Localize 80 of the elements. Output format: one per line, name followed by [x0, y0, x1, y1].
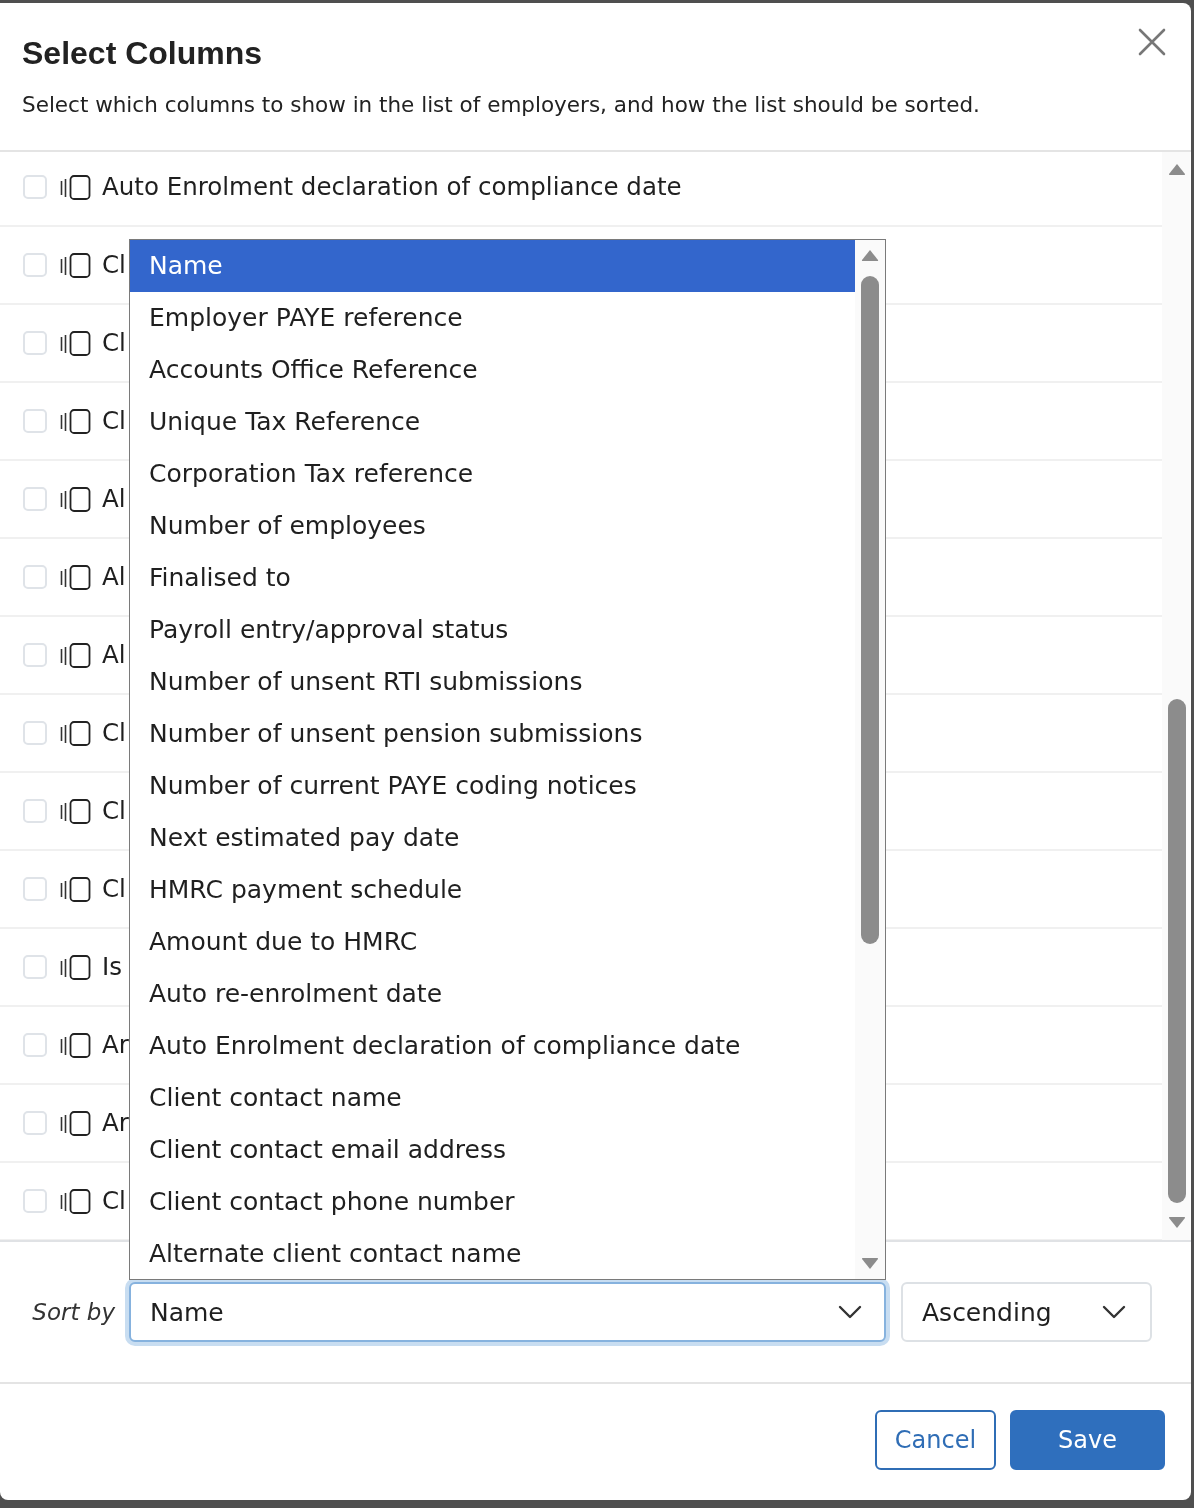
scroll-down-icon[interactable] — [861, 1257, 879, 1270]
column-drag-icon[interactable] — [60, 876, 91, 902]
column-label: Cl — [102, 328, 126, 358]
scrollbar-thumb[interactable] — [861, 276, 879, 944]
scroll-down-icon[interactable] — [1168, 1216, 1186, 1229]
dropdown-option[interactable]: Number of current PAYE coding notices — [130, 760, 855, 812]
column-drag-icon[interactable] — [60, 720, 91, 746]
checkbox[interactable] — [23, 1189, 47, 1213]
chevron-down-icon — [838, 1305, 862, 1319]
checkbox[interactable] — [23, 721, 47, 745]
column-drag-icon[interactable] — [60, 408, 91, 434]
dropdown-option[interactable]: Corporation Tax reference — [130, 448, 855, 500]
checkbox[interactable] — [23, 643, 47, 667]
column-drag-icon[interactable] — [60, 642, 91, 668]
dropdown-option[interactable]: Finalised to — [130, 552, 855, 604]
dropdown-option[interactable]: Accounts Office Reference — [130, 344, 855, 396]
column-drag-icon[interactable] — [60, 564, 91, 590]
column-label: Cl — [102, 718, 126, 748]
dropdown-option[interactable]: Alternate client contact name — [130, 1228, 855, 1280]
dropdown-option[interactable]: Auto re-enrolment date — [130, 968, 855, 1020]
scrollbar-track[interactable] — [855, 240, 885, 1279]
checkbox[interactable] — [23, 955, 47, 979]
column-drag-icon[interactable] — [60, 330, 91, 356]
dropdown-option[interactable]: Number of employees — [130, 500, 855, 552]
column-label: Al — [102, 640, 126, 670]
checkbox[interactable] — [23, 331, 47, 355]
checkbox[interactable] — [23, 253, 47, 277]
dropdown-option[interactable]: Client contact name — [130, 1072, 855, 1124]
column-label: Cl — [102, 874, 126, 904]
sort-order-select[interactable]: Ascending — [901, 1282, 1152, 1342]
column-drag-icon[interactable] — [60, 252, 91, 278]
dialog-title: Select Columns — [22, 34, 263, 73]
scroll-up-icon[interactable] — [1168, 163, 1186, 176]
dropdown-option[interactable]: Employer PAYE reference — [130, 292, 855, 344]
cancel-button[interactable]: Cancel — [875, 1410, 996, 1470]
close-icon — [1138, 28, 1166, 56]
column-label: Ar — [102, 1108, 129, 1138]
checkbox[interactable] — [23, 487, 47, 511]
column-label: Cl — [102, 250, 126, 280]
close-button[interactable] — [1138, 28, 1166, 56]
dropdown-option[interactable]: Name — [130, 240, 855, 292]
save-button[interactable]: Save — [1010, 1410, 1165, 1470]
dropdown-option[interactable]: Payroll entry/approval status — [130, 604, 855, 656]
checkbox[interactable] — [23, 1033, 47, 1057]
checkbox[interactable] — [23, 799, 47, 823]
dropdown-option[interactable]: Number of unsent RTI submissions — [130, 656, 855, 708]
dropdown-option[interactable]: Client contact email address — [130, 1124, 855, 1176]
chevron-down-icon — [1102, 1305, 1126, 1319]
column-label: Ar — [102, 1030, 129, 1060]
dropdown-option[interactable]: Amount due to HMRC — [130, 916, 855, 968]
dropdown-option[interactable]: Next estimated pay date — [130, 812, 855, 864]
checkbox[interactable] — [23, 1111, 47, 1135]
checkbox[interactable] — [23, 877, 47, 901]
column-drag-icon[interactable] — [60, 954, 91, 980]
checkbox[interactable] — [23, 175, 47, 199]
column-drag-icon[interactable] — [60, 1032, 91, 1058]
column-label: Is — [102, 952, 122, 982]
scrollbar-track[interactable] — [1162, 152, 1190, 1240]
dropdown-option[interactable]: Unique Tax Reference — [130, 396, 855, 448]
dropdown-option[interactable]: HMRC payment schedule — [130, 864, 855, 916]
column-drag-icon[interactable] — [60, 798, 91, 824]
column-label: Cl — [102, 406, 126, 436]
column-drag-icon[interactable] — [60, 486, 91, 512]
scrollbar-thumb[interactable] — [1168, 699, 1186, 1203]
column-label: Al — [102, 562, 126, 592]
column-drag-icon[interactable] — [60, 174, 91, 200]
column-label: Cl — [102, 1186, 126, 1216]
scroll-up-icon[interactable] — [861, 249, 879, 262]
column-drag-icon[interactable] — [60, 1110, 91, 1136]
checkbox[interactable] — [23, 409, 47, 433]
dialog-description: Select which columns to show in the list of employers, and how the list should be sorted. — [22, 91, 980, 119]
dropdown-option[interactable]: Number of unsent pension submissions — [130, 708, 855, 760]
column-drag-icon[interactable] — [60, 1188, 91, 1214]
dropdown-option[interactable]: Auto Enrolment declaration of compliance date — [130, 1020, 855, 1072]
column-label: Al — [102, 484, 126, 514]
sort-label: Sort by — [32, 1298, 115, 1327]
dropdown-option[interactable]: Client contact phone number — [130, 1176, 855, 1228]
column-label: Auto Enrolment declaration of compliance date — [102, 172, 682, 202]
column-label: Cl — [102, 796, 126, 826]
checkbox[interactable] — [23, 565, 47, 589]
